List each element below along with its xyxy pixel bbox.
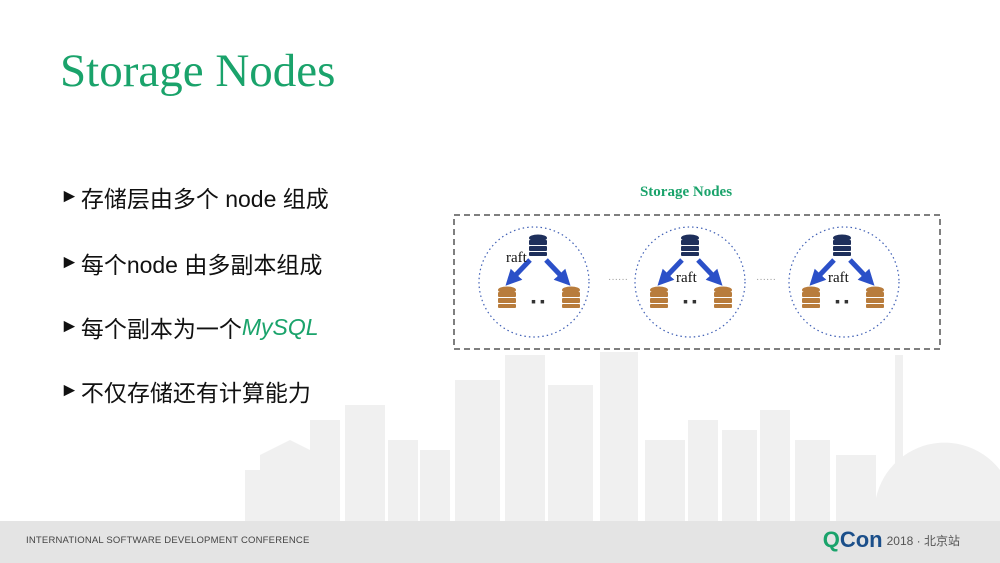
qcon-logo-q: Q	[822, 527, 840, 552]
primary-database-icon	[681, 234, 699, 256]
svg-text:▪ ▪: ▪ ▪	[835, 293, 849, 309]
conference-name: INTERNATIONAL SOFTWARE DEVELOPMENT CONFE…	[26, 535, 310, 546]
svg-text:▪ ▪: ▪ ▪	[683, 293, 697, 309]
bullet-item: ► 存储层由多个 node 组成	[60, 180, 329, 214]
bullet-item: ► 每个node 由多副本组成	[60, 246, 322, 280]
replica-database-icon	[714, 286, 732, 308]
replica-database-icon	[802, 286, 820, 308]
qcon-logo: Q Con 2018 · 北京站	[823, 527, 960, 553]
ellipsis-separator: ······	[756, 274, 776, 285]
bullet-text: 不仅存储还有计算能力	[80, 380, 311, 406]
mysql-highlight: MySQL	[241, 313, 319, 340]
event-location: 2018 · 北京站	[886, 533, 960, 548]
primary-database-icon	[529, 234, 547, 256]
bullet-item: ► 不仅存储还有计算能力	[60, 374, 311, 408]
ellipsis-separator: ······	[608, 274, 628, 285]
qcon-logo-con: Con	[839, 527, 883, 552]
replica-database-icon	[498, 286, 516, 308]
triangle-bullet-icon: ►	[60, 316, 79, 337]
bullet-text: 存储层由多个 node 组成	[80, 186, 329, 212]
replica-database-icon	[562, 286, 580, 308]
raft-label: raft	[506, 250, 528, 266]
cluster-boundary	[453, 214, 941, 350]
raft-label: raft	[676, 270, 698, 286]
bullet-text: 每个副本为一个	[80, 316, 242, 342]
footer-bar: INTERNATIONAL SOFTWARE DEVELOPMENT CONFE…	[0, 521, 1000, 563]
replica-database-icon	[650, 286, 668, 308]
storage-node: raft ▪ ▪	[478, 226, 590, 338]
bullet-text: 每个node 由多副本组成	[80, 252, 323, 278]
svg-text:▪ ▪: ▪ ▪	[531, 293, 545, 309]
storage-node: raft ▪ ▪	[788, 226, 900, 338]
storage-nodes-diagram: Storage Nodes raft ▪ ▪ ······ raft ▪ ▪ ·…	[453, 184, 941, 350]
replica-database-icon	[866, 286, 884, 308]
triangle-bullet-icon: ►	[60, 380, 79, 401]
slide-title: Storage Nodes	[60, 45, 336, 97]
primary-database-icon	[833, 234, 851, 256]
bullet-item: ► 每个副本为一个 MySQL	[60, 310, 319, 344]
diagram-title: Storage Nodes	[640, 184, 732, 200]
raft-label: raft	[828, 270, 850, 286]
triangle-bullet-icon: ►	[60, 186, 79, 207]
triangle-bullet-icon: ►	[60, 252, 79, 273]
storage-node: raft ▪ ▪	[634, 226, 746, 338]
